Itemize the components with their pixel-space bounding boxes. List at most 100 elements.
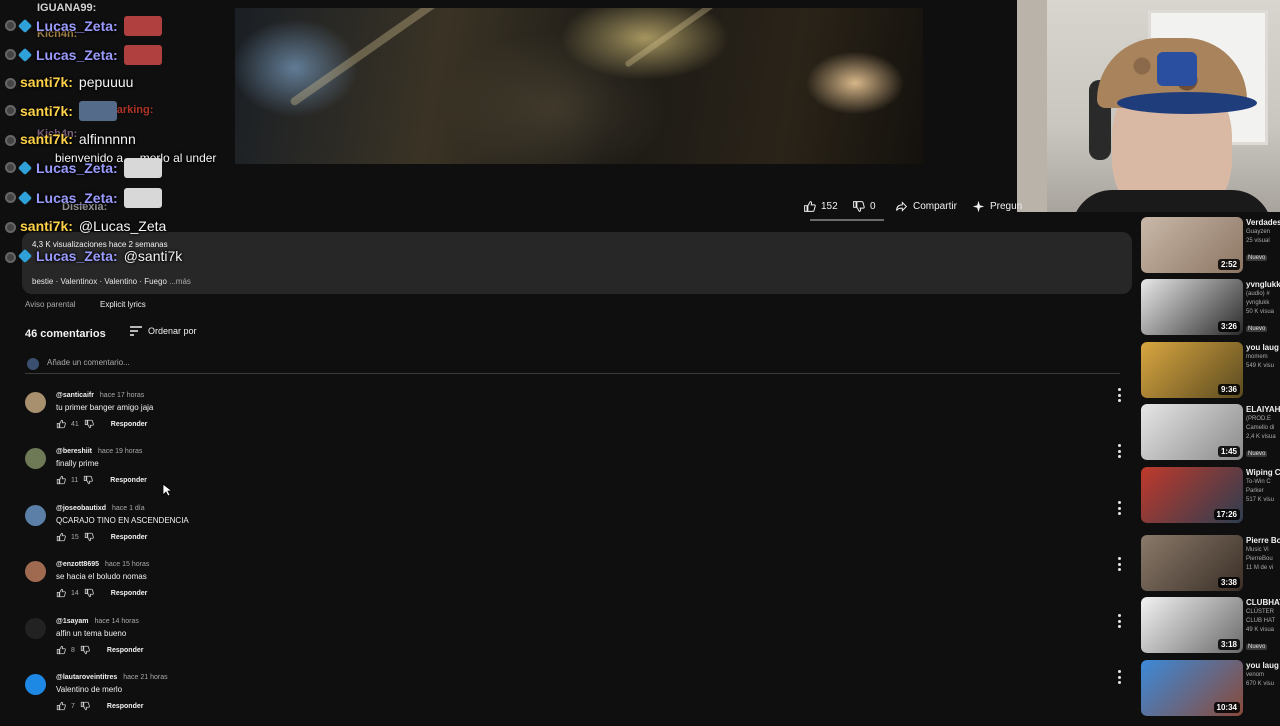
thumbs-down-icon[interactable] bbox=[84, 588, 94, 598]
like-ratio-bar bbox=[810, 219, 884, 221]
rec-info[interactable]: ELAIYAH (PROD.E Camello di 2,4 K visua Nu… bbox=[1246, 404, 1280, 460]
rec-title[interactable]: CLUBHAT bbox=[1246, 597, 1280, 608]
more-options-icon[interactable] bbox=[1115, 501, 1123, 515]
thumbs-up-icon[interactable] bbox=[56, 701, 66, 711]
commenter-avatar[interactable] bbox=[25, 618, 46, 639]
video-duration: 17:26 bbox=[1213, 509, 1240, 520]
more-options-icon[interactable] bbox=[1115, 388, 1123, 402]
rec-thumbnail[interactable]: 3:18 bbox=[1141, 597, 1243, 653]
rec-info[interactable]: CLUBHAT CLÚSTER CLUB HAT 49 K visua Nuevo bbox=[1246, 597, 1280, 653]
comment-actions: 15 Responder bbox=[56, 532, 147, 542]
commenter-avatar[interactable] bbox=[25, 448, 46, 469]
rec-info[interactable]: Pierre Bo Music Vi PierreBou 11 M de vi bbox=[1246, 535, 1280, 573]
thumbs-down-icon[interactable] bbox=[80, 701, 90, 711]
comment-time[interactable]: hace 17 horas bbox=[100, 392, 144, 399]
more-options-icon[interactable] bbox=[1115, 557, 1123, 571]
comment-time[interactable]: hace 21 horas bbox=[123, 674, 167, 681]
more-options-icon[interactable] bbox=[1115, 670, 1123, 684]
rec-thumbnail[interactable]: 10:34 bbox=[1141, 660, 1243, 716]
reply-button[interactable]: Responder bbox=[107, 647, 144, 654]
share-label: Compartir bbox=[913, 200, 957, 212]
commenter-avatar[interactable] bbox=[25, 674, 46, 695]
thumbs-down-icon[interactable] bbox=[80, 645, 90, 655]
rec-info[interactable]: you laug venom 670 K visu bbox=[1246, 660, 1280, 689]
recommended-video[interactable]: 3:38 Pierre Bo Music Vi PierreBou 11 M d… bbox=[1141, 535, 1280, 591]
webcam-shelf bbox=[1017, 0, 1047, 212]
thumbs-up-icon[interactable] bbox=[56, 588, 66, 598]
explicit-lyrics-label[interactable]: Explicit lyrics bbox=[100, 300, 146, 309]
sort-button[interactable]: Ordenar por bbox=[130, 326, 197, 336]
rec-info[interactable]: yvnglukk (audio) # yvnglukk 50 K visua Nu… bbox=[1246, 279, 1280, 335]
recommended-video[interactable]: 9:36 you laug momem 549 K visu bbox=[1141, 342, 1280, 398]
comment-header: @joseobautixd hace 1 día bbox=[56, 505, 145, 512]
recommended-video[interactable]: 1:45 ELAIYAH (PROD.E Camello di 2,4 K vi… bbox=[1141, 404, 1280, 460]
chat-message: santi7k: pepuuuu bbox=[20, 74, 133, 90]
rec-title[interactable]: Pierre Bo bbox=[1246, 535, 1280, 546]
comment-author[interactable]: @enzott8695 bbox=[56, 561, 99, 568]
show-more-link[interactable]: ...más bbox=[169, 277, 191, 286]
rec-meta: 50 K visua bbox=[1246, 309, 1275, 315]
reply-button[interactable]: Responder bbox=[110, 477, 147, 484]
reply-button[interactable]: Responder bbox=[111, 590, 148, 597]
comment-author[interactable]: @1sayam bbox=[56, 618, 89, 625]
sort-icon bbox=[130, 326, 142, 336]
recommended-video[interactable]: 2:52 Verdades Guayzen 25 visual Nuevo bbox=[1141, 217, 1280, 273]
rec-subtitle: To-Win C bbox=[1246, 479, 1271, 485]
comment-time[interactable]: hace 1 día bbox=[112, 505, 145, 512]
comment-time[interactable]: hace 15 horas bbox=[105, 561, 149, 568]
more-options-icon[interactable] bbox=[1115, 614, 1123, 628]
rec-title[interactable]: Verdades bbox=[1246, 217, 1280, 228]
commenter-avatar[interactable] bbox=[25, 505, 46, 526]
rec-thumbnail[interactable]: 3:38 bbox=[1141, 535, 1243, 591]
add-comment-field[interactable]: Añade un comentario... bbox=[25, 356, 1120, 374]
comment-author[interactable]: @lautaroveintitres bbox=[56, 674, 117, 681]
thumbs-down-icon[interactable] bbox=[83, 475, 94, 485]
rec-title[interactable]: you laug bbox=[1246, 660, 1280, 671]
rec-channel: CLUB HAT bbox=[1246, 618, 1276, 624]
ask-button[interactable]: Pregun bbox=[972, 195, 1022, 217]
reply-button[interactable]: Responder bbox=[107, 703, 144, 710]
comment-author[interactable]: @joseobautixd bbox=[56, 505, 106, 512]
recommended-video[interactable]: 3:26 yvnglukk (audio) # yvnglukk 50 K vi… bbox=[1141, 279, 1280, 335]
webcam-cap-brim bbox=[1117, 92, 1257, 114]
thumbs-up-icon[interactable] bbox=[56, 532, 66, 542]
rec-thumbnail[interactable]: 17:26 bbox=[1141, 467, 1243, 523]
rec-thumbnail[interactable]: 3:26 bbox=[1141, 279, 1243, 335]
recommended-video[interactable]: 17:26 Wiping C To-Win C Parker 517 K vis… bbox=[1141, 467, 1280, 523]
commenter-avatar[interactable] bbox=[25, 561, 46, 582]
rec-title[interactable]: you laug bbox=[1246, 342, 1280, 353]
rec-info[interactable]: Wiping C To-Win C Parker 517 K visu bbox=[1246, 467, 1280, 505]
rec-info[interactable]: you laug momem 549 K visu bbox=[1246, 342, 1280, 371]
thumbs-down-icon[interactable] bbox=[84, 419, 94, 429]
video-player[interactable] bbox=[235, 8, 923, 164]
reply-button[interactable]: Responder bbox=[111, 421, 148, 428]
comment-time[interactable]: hace 14 horas bbox=[94, 618, 138, 625]
chat-message: Lucas_Zeta: bbox=[17, 45, 162, 65]
recommended-video[interactable]: 10:34 you laug venom 670 K visu bbox=[1141, 660, 1280, 716]
thumbs-up-icon[interactable] bbox=[56, 645, 66, 655]
thumbs-down-icon[interactable] bbox=[84, 532, 94, 542]
rec-thumbnail[interactable]: 9:36 bbox=[1141, 342, 1243, 398]
rec-title[interactable]: yvnglukk bbox=[1246, 279, 1280, 290]
more-options-icon[interactable] bbox=[1115, 444, 1123, 458]
recommended-video[interactable]: 3:18 CLUBHAT CLÚSTER CLUB HAT 49 K visua… bbox=[1141, 597, 1280, 653]
rec-title[interactable]: Wiping C bbox=[1246, 467, 1280, 478]
share-button[interactable]: Compartir bbox=[895, 195, 957, 217]
rec-info[interactable]: Verdades Guayzen 25 visual Nuevo bbox=[1246, 217, 1280, 264]
comment-author[interactable]: @santicaifr bbox=[56, 392, 94, 399]
rec-thumbnail[interactable]: 2:52 bbox=[1141, 217, 1243, 273]
like-button[interactable]: 152 bbox=[803, 195, 838, 217]
chat-badge-icon bbox=[5, 105, 16, 116]
comment-time[interactable]: hace 19 horas bbox=[98, 448, 142, 455]
comment-text: Valentino de merlo bbox=[56, 685, 123, 694]
streamer-webcam bbox=[1017, 0, 1280, 212]
rec-thumbnail[interactable]: 1:45 bbox=[1141, 404, 1243, 460]
dislike-button[interactable]: 0 bbox=[852, 195, 876, 217]
comment-author[interactable]: @bereshiit bbox=[56, 448, 92, 455]
thumbs-up-icon[interactable] bbox=[56, 419, 66, 429]
comment-header: @lautaroveintitres hace 21 horas bbox=[56, 674, 168, 681]
reply-button[interactable]: Responder bbox=[111, 534, 148, 541]
rec-title[interactable]: ELAIYAH bbox=[1246, 404, 1280, 415]
commenter-avatar[interactable] bbox=[25, 392, 46, 413]
thumbs-up-icon[interactable] bbox=[56, 475, 66, 485]
